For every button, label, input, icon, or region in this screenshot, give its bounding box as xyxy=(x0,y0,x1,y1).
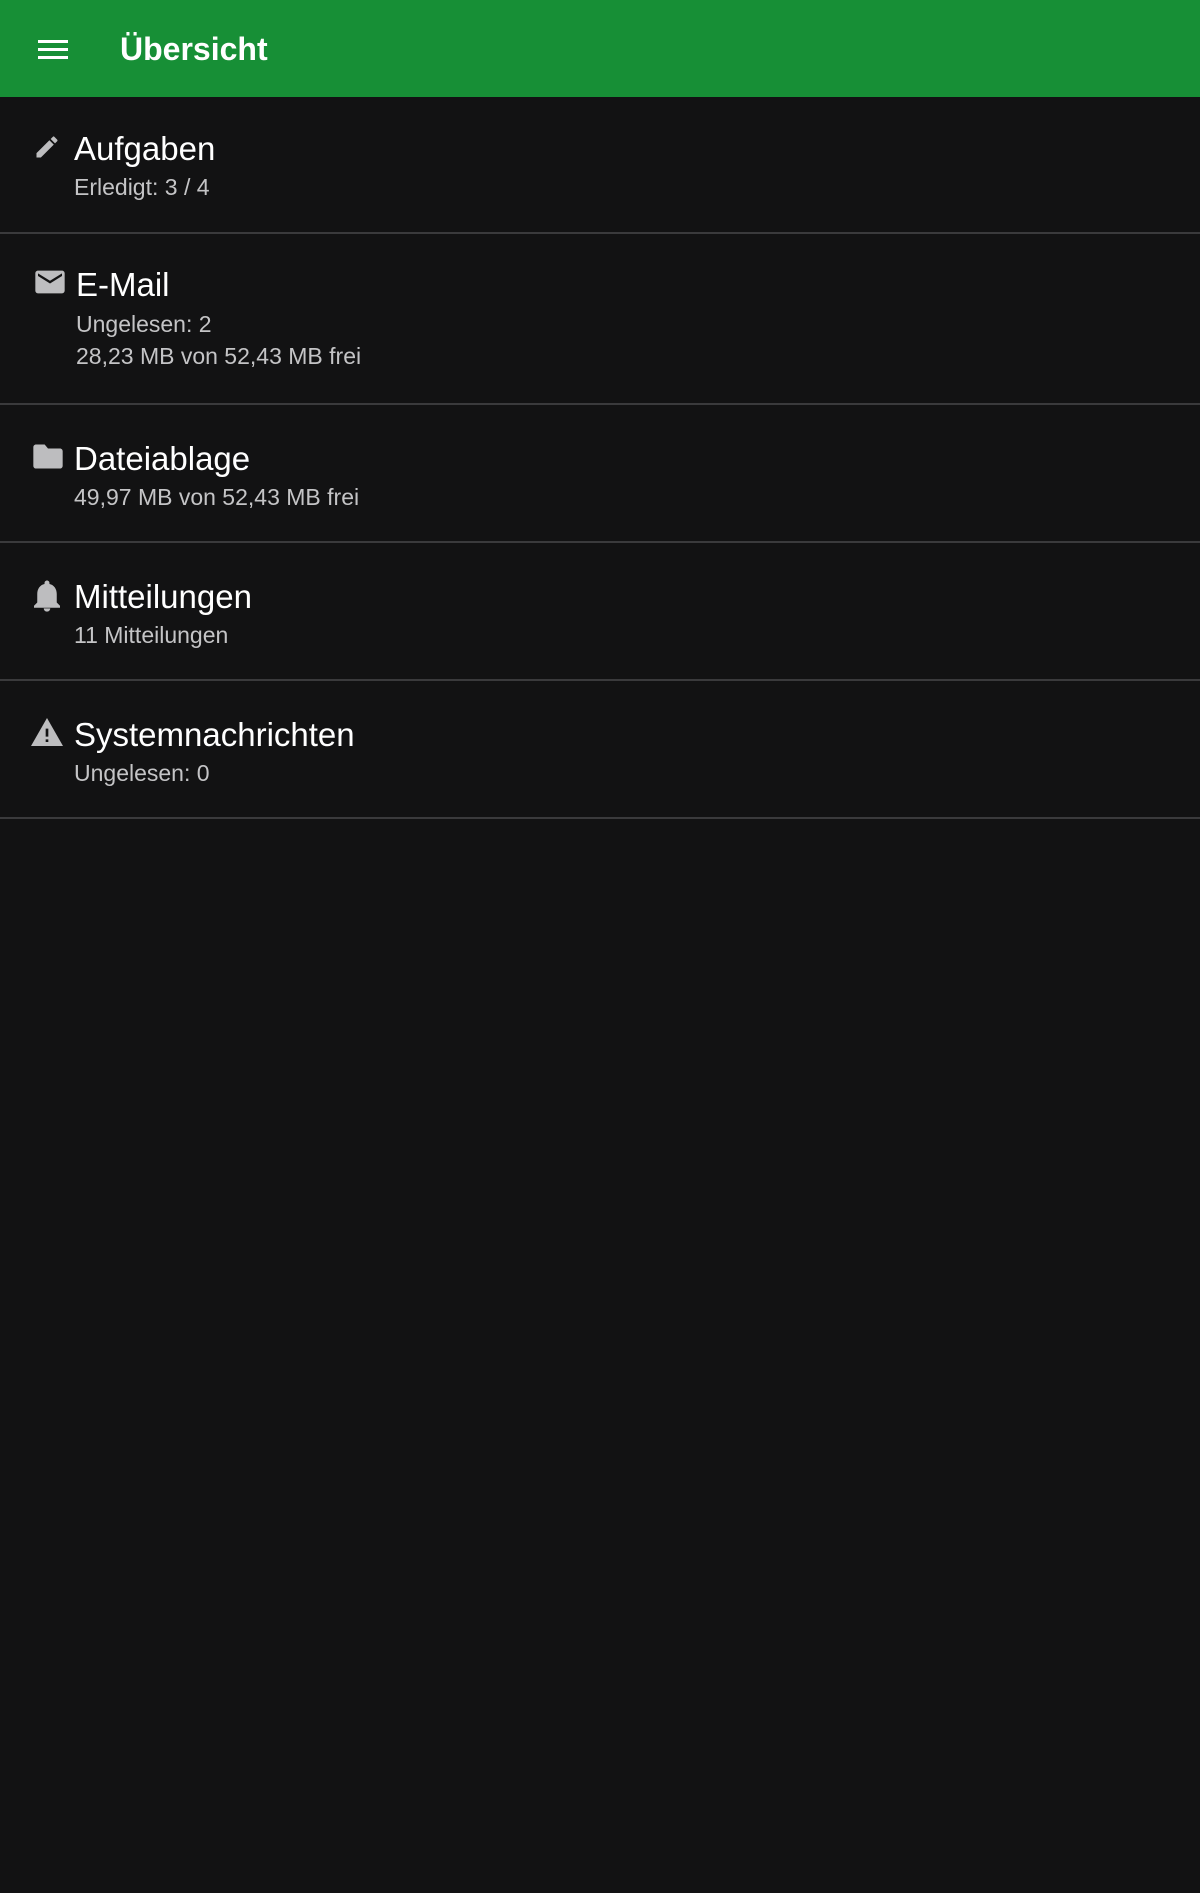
list-item-title: Mitteilungen xyxy=(74,578,252,615)
list-item-detail: Ungelesen: 2 xyxy=(76,311,212,337)
list-item-detail: Erledigt: 3 / 4 xyxy=(74,174,210,200)
menu-button[interactable] xyxy=(24,20,82,78)
pencil-icon xyxy=(36,136,58,158)
list-item-email[interactable]: E-Mail Ungelesen: 2 28,23 MB von 52,43 M… xyxy=(0,234,1200,405)
list-item-detail: Ungelesen: 0 xyxy=(74,760,210,786)
list-item-detail: 11 Mitteilungen xyxy=(74,622,229,648)
list-item-title: Aufgaben xyxy=(74,130,216,167)
overview-list: Aufgaben Erledigt: 3 / 4 E-Mail Ungelese… xyxy=(0,97,1200,819)
list-item-aufgaben[interactable]: Aufgaben Erledigt: 3 / 4 xyxy=(0,97,1200,234)
list-item-detail: 49,97 MB von 52,43 MB frei xyxy=(74,484,360,510)
hamburger-menu-icon xyxy=(38,40,68,59)
page-title: Übersicht xyxy=(120,31,268,67)
list-item-mitteilungen[interactable]: Mitteilungen 11 Mitteilungen xyxy=(0,543,1200,681)
list-item-systemnachrichten[interactable]: Systemnachrichten Ungelesen: 0 xyxy=(0,681,1200,819)
bell-icon xyxy=(34,580,60,612)
warning-icon xyxy=(31,718,63,746)
list-item-detail: 28,23 MB von 52,43 MB frei xyxy=(76,343,362,369)
list-item-dateiablage[interactable]: Dateiablage 49,97 MB von 52,43 MB frei xyxy=(0,405,1200,543)
folder-icon xyxy=(33,444,63,469)
list-item-title: Dateiablage xyxy=(74,440,251,477)
list-item-title: E-Mail xyxy=(76,266,170,303)
mail-icon xyxy=(35,270,65,294)
app-toolbar: Übersicht xyxy=(0,0,1200,97)
list-item-title: Systemnachrichten xyxy=(74,716,355,753)
